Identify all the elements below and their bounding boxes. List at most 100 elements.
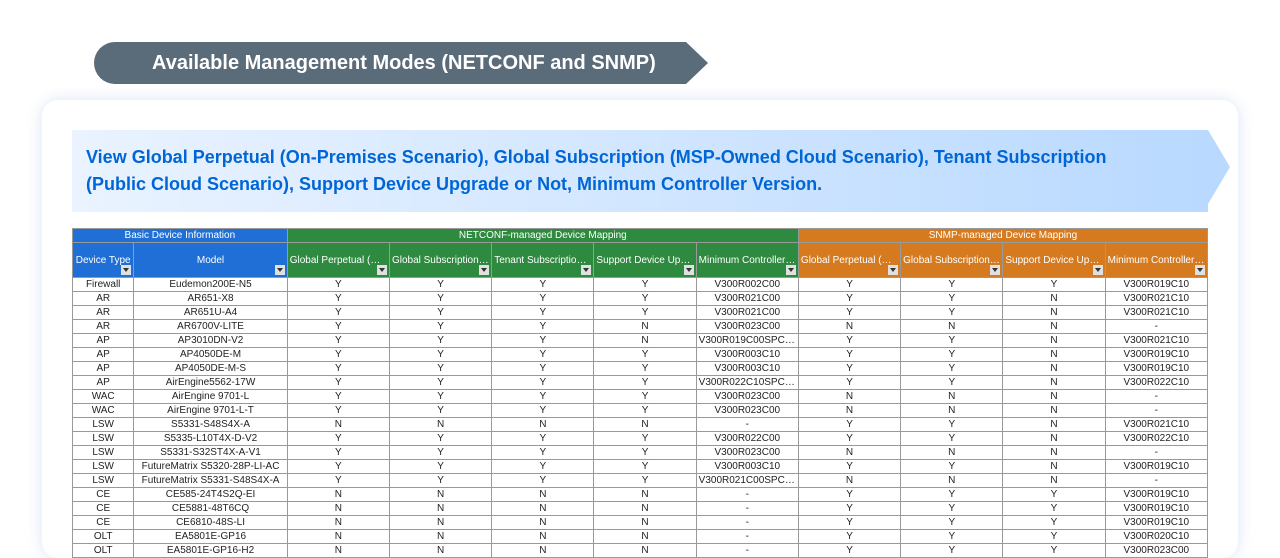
table-cell: Y	[389, 334, 491, 348]
table-cell: AP	[73, 362, 134, 376]
table-cell: Y	[389, 376, 491, 390]
table-cell: N	[1003, 362, 1105, 376]
table-cell: LSW	[73, 446, 134, 460]
table-cell: V300R019C10	[1105, 488, 1207, 502]
table-row: FirewallEudemon200E-N5YYYYV300R002C00YYY…	[73, 278, 1208, 292]
content-card: View Global Perpetual (On-Premises Scena…	[42, 100, 1238, 558]
table-cell: CE5881-48T6CQ	[134, 502, 287, 516]
filter-icon[interactable]	[479, 265, 489, 275]
table-cell: AP	[73, 334, 134, 348]
table-cell: V300R003C10	[696, 362, 798, 376]
col-model[interactable]: Model	[134, 243, 287, 278]
table-cell: V300R019C10	[1105, 348, 1207, 362]
table-cell: AirEngine 9701-L-T	[134, 404, 287, 418]
col-snmp-mc[interactable]: Minimum Controller Version	[1105, 243, 1207, 278]
table-cell: Y	[389, 320, 491, 334]
filter-icon[interactable]	[581, 265, 591, 275]
table-cell: Y	[389, 460, 491, 474]
col-net-mc[interactable]: Minimum Controller Version	[696, 243, 798, 278]
table-row: CECE6810-48S-LINNNN-YYYV300R019C10	[73, 516, 1208, 530]
table-cell: V300R023C00	[696, 446, 798, 460]
table-cell: Y	[901, 292, 1003, 306]
table-cell: Y	[798, 418, 900, 432]
col-snmp-sd[interactable]: Support Device Upgrade or Not	[1003, 243, 1105, 278]
table-cell: Y	[389, 474, 491, 488]
col-snmp-gp[interactable]: Global Perpetual (On-Premises Scenario)	[798, 243, 900, 278]
table-row: WACAirEngine 9701-L-TYYYYV300R023C00NNN-	[73, 404, 1208, 418]
col-device-type[interactable]: Device Type	[73, 243, 134, 278]
filter-icon[interactable]	[786, 265, 796, 275]
table-cell: AP3010DN-V2	[134, 334, 287, 348]
table-cell: Y	[1003, 516, 1105, 530]
table-cell: V300R023C00	[696, 390, 798, 404]
table-cell: Y	[389, 348, 491, 362]
table-row: LSWS5335-L10T4X-D-V2YYYYV300R022C00YYNV3…	[73, 432, 1208, 446]
filter-icon[interactable]	[121, 265, 131, 275]
table-cell: V300R019C10	[1105, 502, 1207, 516]
filter-icon[interactable]	[990, 265, 1000, 275]
table-cell: Y	[798, 334, 900, 348]
table-cell: Y	[492, 278, 594, 292]
table-cell: N	[1003, 348, 1105, 362]
col-net-ts[interactable]: Tenant Subscription (Public Cloud Scenar…	[492, 243, 594, 278]
table-cell: Y	[492, 334, 594, 348]
table-cell: Y	[594, 306, 696, 320]
table-cell: LSW	[73, 474, 134, 488]
table-cell: N	[594, 418, 696, 432]
table-cell: -	[696, 488, 798, 502]
filter-icon[interactable]	[684, 265, 694, 275]
table-cell: AP4050DE-M-S	[134, 362, 287, 376]
table-cell: Y	[492, 348, 594, 362]
table-cell: WAC	[73, 390, 134, 404]
table-cell: Y	[287, 404, 389, 418]
table-cell: OLT	[73, 530, 134, 544]
table-cell: Y	[389, 390, 491, 404]
table-cell: Y	[901, 306, 1003, 320]
table-cell: N	[901, 446, 1003, 460]
col-net-gs[interactable]: Global Subscription (MSP-Owned Cloud Sce…	[389, 243, 491, 278]
table-cell: Y	[287, 474, 389, 488]
table-row: ARAR651-X8YYYYV300R021C00YYNV300R021C10	[73, 292, 1208, 306]
table-cell: N	[1003, 334, 1105, 348]
table-cell: N	[287, 530, 389, 544]
table-cell: N	[901, 404, 1003, 418]
table-cell: AirEngine5562-17W	[134, 376, 287, 390]
table-cell: V300R003C10	[696, 460, 798, 474]
table-cell: Y	[594, 292, 696, 306]
table-cell: S5331-S32ST4X-A-V1	[134, 446, 287, 460]
table-cell: AR6700V-LITE	[134, 320, 287, 334]
table-cell: V300R019C10	[1105, 278, 1207, 292]
table-cell: N	[287, 488, 389, 502]
title-banner: Available Management Modes (NETCONF and …	[122, 42, 708, 84]
table-cell: -	[1105, 320, 1207, 334]
table-cell: N	[798, 474, 900, 488]
table-cell: Y	[389, 278, 491, 292]
filter-icon[interactable]	[888, 265, 898, 275]
table-cell: Y	[594, 446, 696, 460]
table-cell: Y	[901, 348, 1003, 362]
table-cell: LSW	[73, 460, 134, 474]
table-cell: AR	[73, 292, 134, 306]
table-cell: Y	[798, 292, 900, 306]
table-cell: Y	[492, 460, 594, 474]
table-cell: Y	[594, 404, 696, 418]
table-cell: N	[798, 404, 900, 418]
col-snmp-gs[interactable]: Global Subscription (MSP-Owned Cloud Sce…	[901, 243, 1003, 278]
filter-icon[interactable]	[275, 265, 285, 275]
table-cell: LSW	[73, 418, 134, 432]
table-cell: -	[1105, 404, 1207, 418]
filter-icon[interactable]	[377, 265, 387, 275]
table-cell: Y	[594, 390, 696, 404]
table-cell: Y	[492, 404, 594, 418]
table-cell: Y	[901, 334, 1003, 348]
table-cell: V300R023C00	[696, 404, 798, 418]
table-row: APAP4050DE-MYYYYV300R003C10YYNV300R019C1…	[73, 348, 1208, 362]
filter-icon[interactable]	[1093, 265, 1103, 275]
filter-icon[interactable]	[1195, 265, 1205, 275]
col-net-sd[interactable]: Support Device Upgrade or Not	[594, 243, 696, 278]
group-netconf: NETCONF-managed Device Mapping	[287, 229, 798, 243]
col-net-gp[interactable]: Global Perpetual (On-Premises Scenario)	[287, 243, 389, 278]
table-cell: V300R019C10	[1105, 516, 1207, 530]
table-cell: Y	[492, 474, 594, 488]
table-cell: V300R021C10	[1105, 334, 1207, 348]
